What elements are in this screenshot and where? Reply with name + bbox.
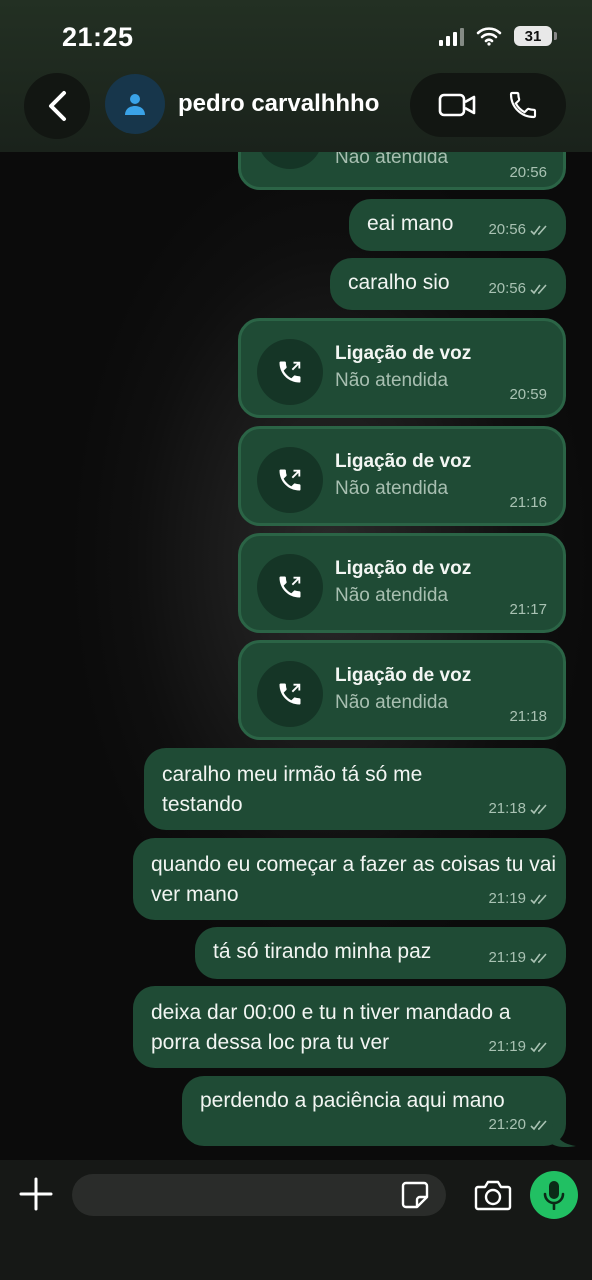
message-body: tá só tirando minha paz [213,940,432,963]
phone-icon[interactable] [507,89,539,121]
message-meta: 21:19 [488,884,550,914]
message-time: 21:19 [488,1038,526,1055]
call-title: Ligação de voz [335,451,472,472]
double-check-icon [530,894,547,905]
message-meta: 21:17 [509,601,547,618]
bubble-tail [552,1124,576,1148]
message-time: 21:16 [509,494,547,511]
message-call[interactable]: Ligação de voz Não atendida 21:18 [238,640,566,740]
message-call[interactable]: Ligação de voz Não atendida 20:59 [238,318,566,418]
message-call[interactable]: Ligação de voz Não atendida 21:16 [238,426,566,526]
mic-icon [543,1181,565,1210]
double-check-icon [530,1120,547,1131]
outgoing-call-icon [257,339,323,405]
outgoing-call-icon [257,554,323,620]
message-call[interactable]: Ligação de voz Não atendida 21:17 [238,533,566,633]
message-time: 20:56 [488,280,526,297]
call-status: Não atendida [335,370,449,391]
plus-icon[interactable] [18,1176,54,1212]
call-status: Não atendida [335,692,449,713]
video-call-icon[interactable] [438,92,476,118]
battery-indicator: 31 [514,26,557,46]
back-button[interactable] [24,73,90,139]
outgoing-call-icon [257,661,323,727]
message-time: 20:56 [509,164,547,181]
call-status: Não atendida [335,585,449,606]
message-time: 21:18 [509,708,547,725]
contact-name[interactable]: pedro carvalhhho [178,90,379,118]
message-body: eai mano [367,212,454,235]
user-icon [125,94,145,115]
message-text[interactable]: perdendo a paciência aqui mano 21:20 [182,1076,566,1146]
mic-button[interactable] [530,1171,578,1219]
double-check-icon [530,804,547,815]
message-meta: 21:18 [488,794,550,824]
message-time: 20:56 [488,221,526,238]
sticker-icon[interactable] [400,1180,430,1210]
status-time: 21:25 [62,22,134,52]
outgoing-call-icon [257,447,323,513]
double-check-icon [530,284,547,295]
camera-icon[interactable] [474,1178,512,1212]
double-check-icon [530,225,547,236]
message-body: caralho sio [348,271,450,294]
message-text[interactable]: caralho meu irmão tá só me testando 21:1… [144,748,566,830]
message-time: 20:59 [509,386,547,403]
message-meta: 21:20 [488,1110,550,1140]
chat-header: 21:25 31 pedro carvalhhho [0,0,592,152]
signal-icon [439,26,464,46]
call-title: Ligação de voz [335,558,472,579]
message-body: caralho meu irmão tá só me testando [162,763,423,816]
message-time: 21:20 [488,1116,526,1133]
message-text[interactable]: tá só tirando minha paz 21:19 [195,927,566,979]
message-list[interactable]: Não atendida 20:56 eai mano 20:56 caralh… [0,0,592,1160]
double-check-icon [530,1042,547,1053]
message-time: 21:18 [488,800,526,817]
message-text[interactable]: caralho sio 20:56 [330,258,566,310]
call-status: Não atendida [335,478,449,499]
message-meta: 20:56 [488,274,550,304]
message-meta: 21:19 [488,943,550,973]
message-meta: 20:56 [509,164,547,181]
message-meta: 20:59 [509,386,547,403]
wifi-icon [476,27,502,46]
message-meta: 21:19 [488,1032,550,1062]
call-actions [410,73,566,137]
message-body: perdendo a paciência aqui mano [200,1089,505,1112]
message-meta: 21:18 [509,708,547,725]
message-text[interactable]: eai mano 20:56 [349,199,566,251]
message-time: 21:19 [488,949,526,966]
avatar[interactable] [105,74,165,134]
message-time: 21:19 [488,890,526,907]
message-meta: 21:16 [509,494,547,511]
message-text[interactable]: deixa dar 00:00 e tu n tiver mandado a p… [133,986,566,1068]
call-title: Ligação de voz [335,665,472,686]
back-icon [49,91,66,121]
message-input[interactable] [72,1174,446,1216]
message-text[interactable]: quando eu começar a fazer as coisas tu v… [133,838,566,920]
call-title: Ligação de voz [335,343,472,364]
message-meta: 20:56 [488,215,550,245]
message-time: 21:17 [509,601,547,618]
status-icons: 31 [439,26,557,46]
double-check-icon [530,953,547,964]
